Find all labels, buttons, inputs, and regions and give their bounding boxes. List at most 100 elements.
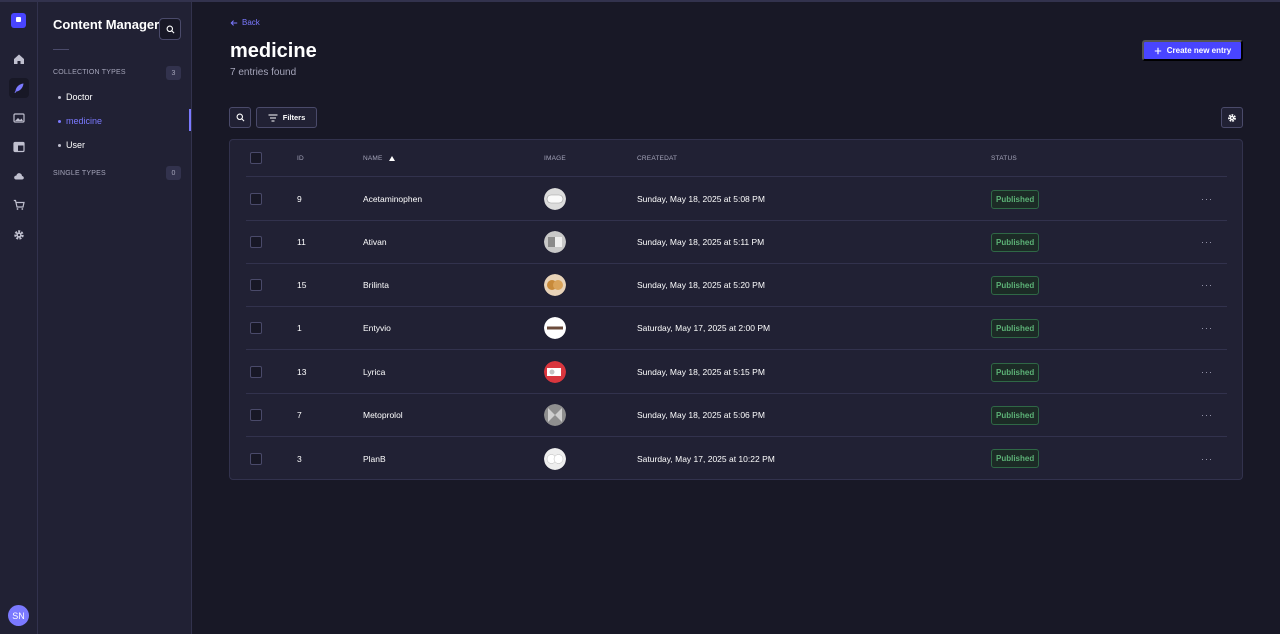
row-id: 7	[297, 410, 302, 420]
sidebar-search-button[interactable]	[159, 18, 181, 40]
search-icon	[166, 25, 174, 33]
row-name: Ativan	[363, 237, 387, 247]
row-checkbox[interactable]	[250, 366, 262, 378]
status-badge: Published	[991, 232, 1040, 252]
content-manager-sidebar: Content Manager COLLECTION TYPES 3 Docto…	[38, 2, 192, 634]
row-name: Acetaminophen	[363, 194, 423, 204]
filter-icon	[268, 113, 278, 122]
row-more-button[interactable]: ···	[1201, 178, 1213, 220]
feather-icon[interactable]	[9, 78, 29, 98]
gear-icon	[1228, 113, 1236, 122]
medicine-thumbnail	[544, 404, 566, 426]
medicine-thumbnail	[544, 447, 566, 470]
row-name: Brilinta	[363, 280, 389, 290]
table-row[interactable]: 13 Lyrica Sunday, May 18, 2025 at 5:15 P…	[246, 351, 1227, 394]
row-more-button[interactable]: ···	[1201, 351, 1213, 393]
single-types-count: 0	[166, 166, 181, 180]
medicine-thumbnail	[544, 361, 566, 383]
home-icon[interactable]	[9, 49, 29, 69]
table-header: ID NAME IMAGE CREATEDAT STATUS	[246, 140, 1227, 177]
status-badge: Published	[991, 362, 1040, 382]
status-badge: Published	[991, 405, 1040, 425]
filters-button[interactable]: Filters	[256, 107, 317, 128]
row-more-button[interactable]: ···	[1201, 394, 1213, 436]
collection-types-label: COLLECTION TYPES	[53, 69, 126, 76]
medicine-thumbnail	[544, 231, 566, 253]
table-row[interactable]: 15 Brilinta Sunday, May 18, 2025 at 5:20…	[246, 264, 1227, 307]
row-createdat: Sunday, May 18, 2025 at 5:20 PM	[637, 280, 765, 290]
table-row[interactable]: 3 PlanB Saturday, May 17, 2025 at 10:22 …	[246, 437, 1227, 480]
row-id: 3	[297, 453, 302, 464]
create-new-entry-button[interactable]: Create new entry	[1142, 40, 1243, 61]
row-id: 9	[297, 194, 302, 204]
cloud-icon[interactable]	[9, 166, 29, 186]
row-createdat: Sunday, May 18, 2025 at 5:15 PM	[637, 367, 765, 377]
row-more-button[interactable]: ···	[1201, 221, 1213, 263]
table-row[interactable]: 9 Acetaminophen Sunday, May 18, 2025 at …	[246, 178, 1227, 221]
collection-types-count: 3	[166, 66, 181, 80]
search-icon	[236, 113, 244, 122]
row-name: Entyvio	[363, 323, 391, 333]
entries-table: ID NAME IMAGE CREATEDAT STATUS 9 Acetami…	[229, 139, 1243, 480]
page-title: medicine	[230, 40, 317, 62]
row-id: 15	[297, 280, 307, 290]
row-name: Lyrica	[363, 367, 386, 377]
row-more-button[interactable]: ···	[1201, 264, 1213, 306]
table-search-button[interactable]	[229, 107, 251, 128]
sidebar-title: Content Manager	[53, 17, 160, 32]
cart-icon[interactable]	[9, 195, 29, 215]
medicine-thumbnail	[544, 317, 566, 339]
medicine-thumbnail	[544, 188, 566, 210]
table-row[interactable]: 1 Entyvio Saturday, May 17, 2025 at 2:00…	[246, 307, 1227, 350]
row-checkbox[interactable]	[250, 452, 262, 465]
row-more-button[interactable]: ···	[1201, 307, 1213, 349]
table-row[interactable]: 11 Ativan Sunday, May 18, 2025 at 5:11 P…	[246, 221, 1227, 264]
sidebar-item-user[interactable]: User	[58, 140, 85, 150]
row-createdat: Sunday, May 18, 2025 at 5:11 PM	[637, 237, 765, 247]
row-name: PlanB	[363, 453, 386, 464]
column-name[interactable]: NAME	[363, 140, 395, 176]
active-indicator	[189, 109, 191, 131]
select-all-checkbox[interactable]	[250, 152, 262, 164]
row-checkbox[interactable]	[250, 279, 262, 291]
sort-up-icon	[388, 155, 395, 161]
column-status: STATUS	[991, 154, 1017, 162]
table-row[interactable]: 7 Metoprolol Sunday, May 18, 2025 at 5:0…	[246, 394, 1227, 437]
logo-icon[interactable]	[11, 13, 26, 28]
row-checkbox[interactable]	[250, 322, 262, 334]
row-checkbox[interactable]	[250, 236, 262, 248]
row-checkbox[interactable]	[250, 409, 262, 421]
row-name: Metoprolol	[363, 410, 403, 420]
status-badge: Published	[991, 318, 1040, 338]
arrow-left-icon	[230, 19, 238, 26]
row-more-button[interactable]: ···	[1201, 437, 1213, 480]
entries-count: 7 entries found	[230, 67, 297, 78]
list-settings-button[interactable]	[1221, 107, 1243, 128]
row-createdat: Saturday, May 17, 2025 at 2:00 PM	[637, 323, 771, 333]
top-border	[0, 0, 1280, 2]
back-link[interactable]: Back	[230, 18, 260, 27]
sidebar-divider	[53, 49, 69, 50]
row-id: 11	[297, 237, 306, 247]
row-checkbox[interactable]	[250, 193, 262, 205]
sidebar-item-doctor[interactable]: Doctor	[58, 92, 93, 102]
row-createdat: Sunday, May 18, 2025 at 5:08 PM	[637, 194, 765, 204]
user-avatar[interactable]: SN	[8, 605, 29, 626]
status-badge: Published	[991, 449, 1040, 468]
gear-icon[interactable]	[9, 225, 29, 245]
image-icon[interactable]	[9, 108, 29, 128]
column-image: IMAGE	[544, 154, 566, 162]
row-id: 1	[297, 323, 302, 333]
plus-icon	[1154, 47, 1161, 54]
row-id: 13	[297, 367, 307, 377]
row-createdat: Sunday, May 18, 2025 at 5:06 PM	[637, 410, 765, 420]
status-badge: Published	[991, 189, 1040, 209]
column-createdat[interactable]: CREATEDAT	[637, 140, 677, 176]
single-types-label: SINGLE TYPES	[53, 170, 106, 177]
medicine-thumbnail	[544, 274, 566, 296]
status-badge: Published	[991, 275, 1040, 295]
sidebar-item-medicine[interactable]: medicine	[58, 116, 102, 126]
main-nav-rail: SN	[0, 2, 38, 634]
layout-icon[interactable]	[9, 137, 29, 157]
column-id[interactable]: ID	[297, 140, 304, 176]
